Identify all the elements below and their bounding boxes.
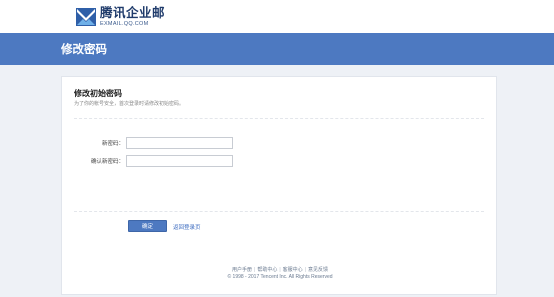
- change-password-panel: 修改初始密码 为了你的帐号安全，首次登录时请修改初始密码。 新密码： 确认新密码…: [61, 76, 497, 295]
- footer-link-feedback[interactable]: 意见反馈: [308, 267, 328, 273]
- confirm-password-input[interactable]: [126, 155, 233, 167]
- page-banner: 修改密码: [0, 33, 554, 65]
- divider: [74, 118, 484, 119]
- copyright: © 1998 - 2017 Tencent Inc. All Rights Re…: [227, 274, 333, 280]
- top-bar: 腾讯企业邮 EXMAIL.QQ.COM: [0, 0, 554, 33]
- confirm-password-row: 确认新密码：: [62, 155, 233, 167]
- logo[interactable]: 腾讯企业邮 EXMAIL.QQ.COM: [76, 5, 165, 29]
- brand-domain: EXMAIL.QQ.COM: [100, 20, 149, 27]
- footer-links: 用户手册 | 帮助中心 | 客服中心 | 意见反馈: [62, 266, 498, 273]
- confirm-password-label: 确认新密码：: [90, 159, 124, 165]
- back-to-login-link[interactable]: 返回登录页: [173, 223, 201, 231]
- form-title: 修改初始密码: [74, 89, 122, 98]
- form-subtitle: 为了你的帐号安全，首次登录时请修改初始密码。: [74, 101, 185, 107]
- new-password-label: 新密码：: [101, 141, 124, 147]
- divider: [74, 211, 484, 212]
- confirm-button[interactable]: 确定: [128, 220, 167, 232]
- footer-link-service[interactable]: 客服中心: [283, 267, 303, 273]
- brand-name: 腾讯企业邮: [100, 6, 166, 20]
- exmail-logo-icon: [76, 8, 96, 26]
- footer-link-manual[interactable]: 用户手册: [232, 267, 252, 273]
- page-title: 修改密码: [61, 44, 107, 56]
- new-password-input[interactable]: [126, 137, 233, 149]
- new-password-row: 新密码：: [62, 137, 233, 149]
- footer-link-help[interactable]: 帮助中心: [257, 267, 277, 273]
